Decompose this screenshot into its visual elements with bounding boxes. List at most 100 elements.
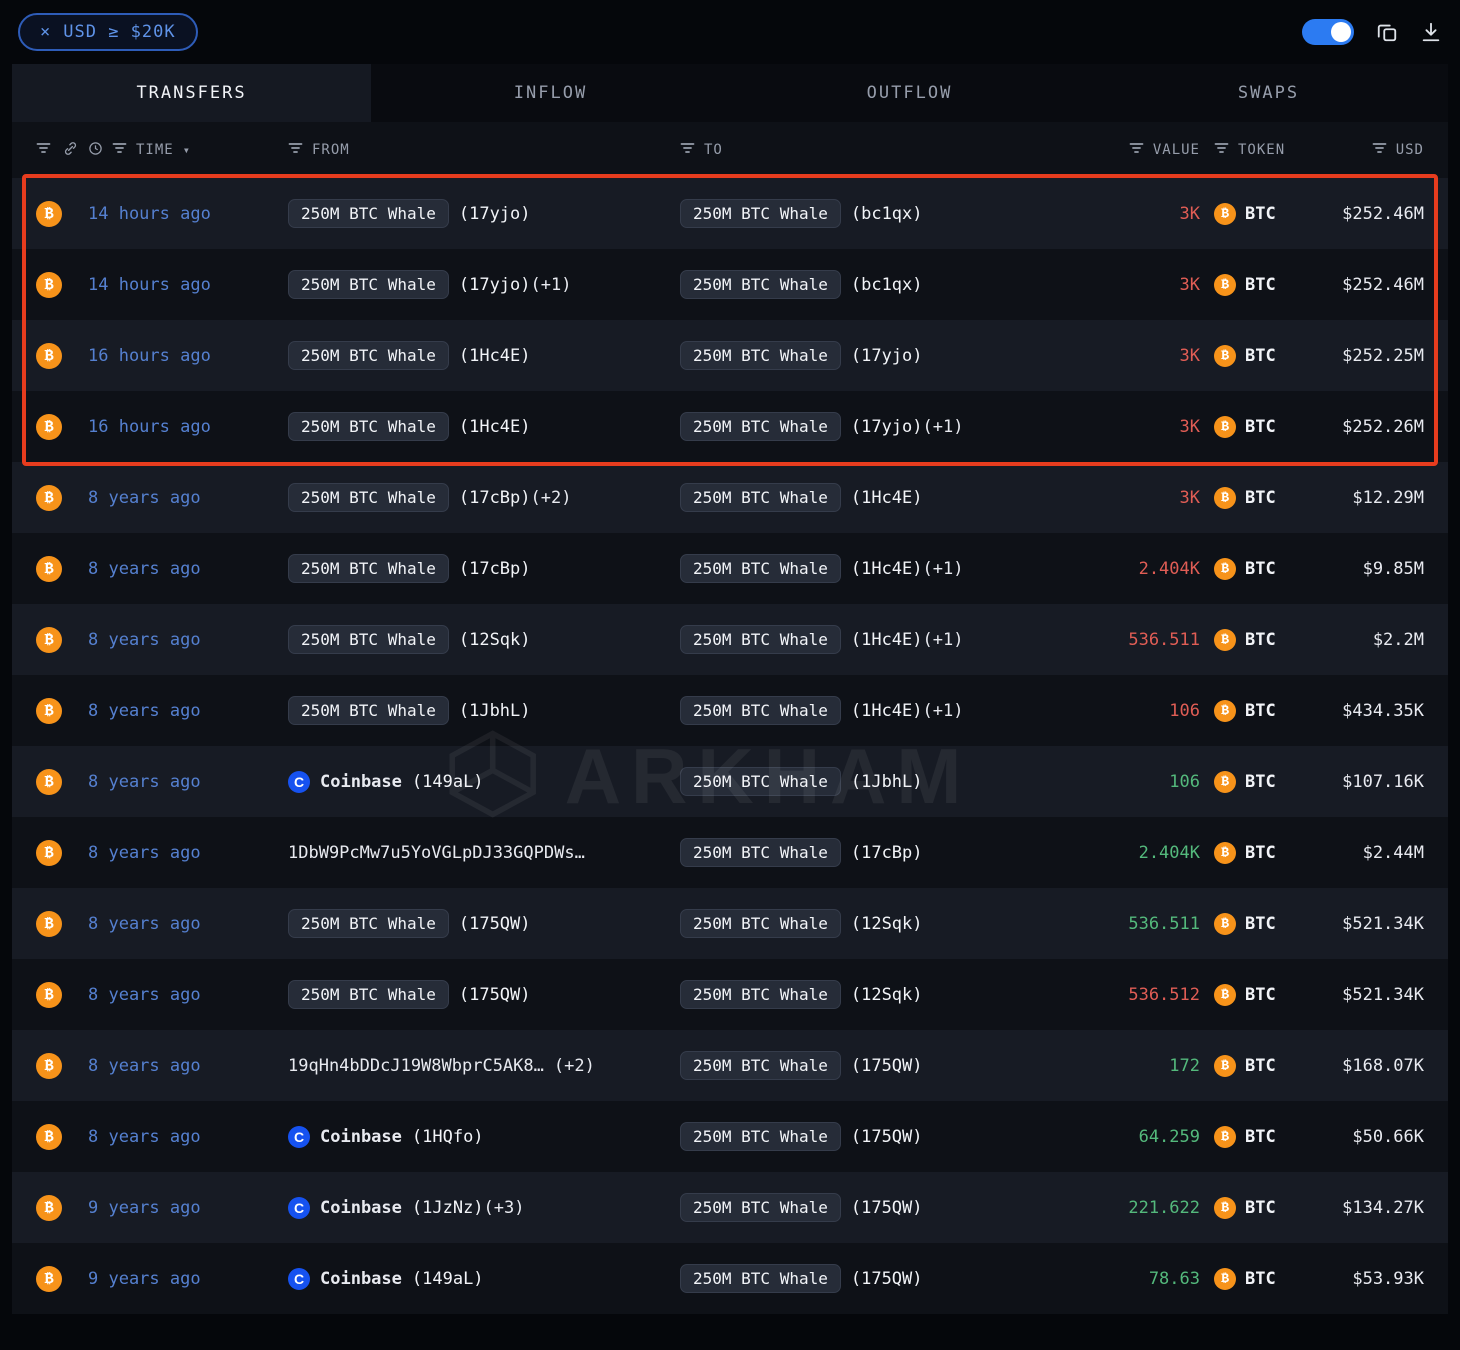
filter-icon[interactable] [1214,142,1229,158]
entity-address[interactable]: (17yjo) [851,346,923,366]
transfer-time[interactable]: 8 years ago [88,559,288,579]
entity-badge[interactable]: 250M BTC Whale [680,625,841,654]
chevron-down-icon[interactable]: ▾ [183,143,191,157]
transfer-time[interactable]: 8 years ago [88,1056,288,1076]
transfer-time[interactable]: 16 hours ago [88,417,288,437]
entity-address[interactable]: (17yjo) [459,275,531,295]
column-header-from[interactable]: FROM [312,142,350,158]
entity-name[interactable]: Coinbase [320,1269,402,1289]
entity-address[interactable]: (175QW) [851,1056,923,1076]
transfer-time[interactable]: 9 years ago [88,1269,288,1289]
entity-address[interactable]: (12Sqk) [459,630,531,650]
transfer-time[interactable]: 8 years ago [88,772,288,792]
transfer-row[interactable]: ₿9 years agoCCoinbase(1JzNz)(+3)250M BTC… [12,1172,1448,1243]
entity-badge[interactable]: 250M BTC Whale [680,838,841,867]
tab-transfers[interactable]: TRANSFERS [12,64,371,122]
entity-address[interactable]: 1DbW9PcMw7u5YoVGLpDJ33GQPDWs… [288,843,585,863]
entity-address[interactable]: (1JzNz) [412,1198,484,1218]
transfer-time[interactable]: 8 years ago [88,1127,288,1147]
transfer-time[interactable]: 14 hours ago [88,204,288,224]
transfer-time[interactable]: 16 hours ago [88,346,288,366]
entity-address[interactable]: (175QW) [851,1269,923,1289]
entity-badge[interactable]: 250M BTC Whale [288,199,449,228]
column-header-usd[interactable]: USD [1396,142,1424,158]
tab-swaps[interactable]: SWAPS [1089,64,1448,122]
entity-name[interactable]: Coinbase [320,1127,402,1147]
entity-badge[interactable]: 250M BTC Whale [680,270,841,299]
transfer-row[interactable]: ₿8 years ago250M BTC Whale(1JbhL)250M BT… [12,675,1448,746]
column-header-time[interactable]: TIME [136,142,174,158]
entity-address[interactable]: (1Hc4E) [851,488,923,508]
filter-icon[interactable] [1372,142,1387,158]
entity-badge[interactable]: 250M BTC Whale [288,412,449,441]
clock-icon[interactable] [88,141,103,160]
entity-address[interactable]: (1Hc4E) [851,701,923,721]
toggle-switch[interactable] [1302,19,1354,45]
transfer-row[interactable]: ₿8 years agoCCoinbase(1HQfo)250M BTC Wha… [12,1101,1448,1172]
entity-badge[interactable]: 250M BTC Whale [680,909,841,938]
entity-badge[interactable]: 250M BTC Whale [288,696,449,725]
filter-icon[interactable] [112,142,127,158]
column-header-to[interactable]: TO [704,142,723,158]
entity-address[interactable]: (17cBp) [851,843,923,863]
tab-outflow[interactable]: OUTFLOW [730,64,1089,122]
entity-address[interactable]: (1Hc4E) [459,417,531,437]
entity-address[interactable]: (1Hc4E) [851,559,923,579]
filter-chip-usd[interactable]: × USD ≥ $20K [18,13,198,51]
entity-address[interactable]: (17yjo) [459,204,531,224]
entity-badge[interactable]: 250M BTC Whale [288,270,449,299]
entity-badge[interactable]: 250M BTC Whale [680,1122,841,1151]
entity-address[interactable]: (175QW) [851,1198,923,1218]
entity-address[interactable]: (17cBp) [459,559,531,579]
column-header-value[interactable]: VALUE [1153,142,1200,158]
filter-icon[interactable] [1129,142,1144,158]
transfer-time[interactable]: 14 hours ago [88,275,288,295]
transfer-row[interactable]: ₿8 years ago250M BTC Whale(17cBp)(+2)250… [12,462,1448,533]
entity-badge[interactable]: 250M BTC Whale [680,341,841,370]
entity-address[interactable]: 19qHn4bDDcJ19W8WbprC5AK8… [288,1056,544,1076]
entity-address[interactable]: (bc1qx) [851,275,923,295]
entity-name[interactable]: Coinbase [320,772,402,792]
transfer-time[interactable]: 8 years ago [88,843,288,863]
entity-badge[interactable]: 250M BTC Whale [680,1051,841,1080]
entity-address[interactable]: (175QW) [851,1127,923,1147]
entity-address[interactable]: (17yjo) [851,417,923,437]
entity-badge[interactable]: 250M BTC Whale [680,1264,841,1293]
filter-icon[interactable] [288,142,303,158]
transfer-row[interactable]: ₿14 hours ago250M BTC Whale(17yjo)(+1)25… [12,249,1448,320]
transfer-time[interactable]: 8 years ago [88,630,288,650]
entity-address[interactable]: (1JbhL) [851,772,923,792]
transfer-row[interactable]: ₿8 years agoCCoinbase(149aL)250M BTC Wha… [12,746,1448,817]
entity-address[interactable]: (1Hc4E) [851,630,923,650]
entity-badge[interactable]: 250M BTC Whale [680,199,841,228]
transfer-time[interactable]: 8 years ago [88,701,288,721]
filter-icon[interactable] [36,142,51,158]
entity-address[interactable]: (12Sqk) [851,914,923,934]
entity-address[interactable]: (17cBp) [459,488,531,508]
entity-address[interactable]: (1HQfo) [412,1127,484,1147]
entity-badge[interactable]: 250M BTC Whale [680,696,841,725]
entity-address[interactable]: (149aL) [412,1269,484,1289]
transfer-time[interactable]: 8 years ago [88,488,288,508]
entity-badge[interactable]: 250M BTC Whale [288,554,449,583]
chip-close-icon[interactable]: × [40,22,51,42]
transfer-row[interactable]: ₿9 years agoCCoinbase(149aL)250M BTC Wha… [12,1243,1448,1314]
entity-badge[interactable]: 250M BTC Whale [288,483,449,512]
download-icon[interactable] [1420,21,1442,43]
transfer-row[interactable]: ₿8 years ago250M BTC Whale(175QW)250M BT… [12,959,1448,1030]
entity-address[interactable]: (1JbhL) [459,701,531,721]
entity-badge[interactable]: 250M BTC Whale [680,554,841,583]
entity-address[interactable]: (1Hc4E) [459,346,531,366]
transfer-row[interactable]: ₿8 years ago1DbW9PcMw7u5YoVGLpDJ33GQPDWs… [12,817,1448,888]
transfer-time[interactable]: 8 years ago [88,914,288,934]
entity-badge[interactable]: 250M BTC Whale [288,625,449,654]
transfer-row[interactable]: ₿8 years ago19qHn4bDDcJ19W8WbprC5AK8…(+2… [12,1030,1448,1101]
copy-icon[interactable] [1376,21,1398,43]
transfer-time[interactable]: 8 years ago [88,985,288,1005]
tab-inflow[interactable]: INFLOW [371,64,730,122]
entity-badge[interactable]: 250M BTC Whale [680,980,841,1009]
transfer-row[interactable]: ₿16 hours ago250M BTC Whale(1Hc4E)250M B… [12,391,1448,462]
entity-badge[interactable]: 250M BTC Whale [288,341,449,370]
transfer-row[interactable]: ₿8 years ago250M BTC Whale(17cBp)250M BT… [12,533,1448,604]
entity-address[interactable]: (12Sqk) [851,985,923,1005]
